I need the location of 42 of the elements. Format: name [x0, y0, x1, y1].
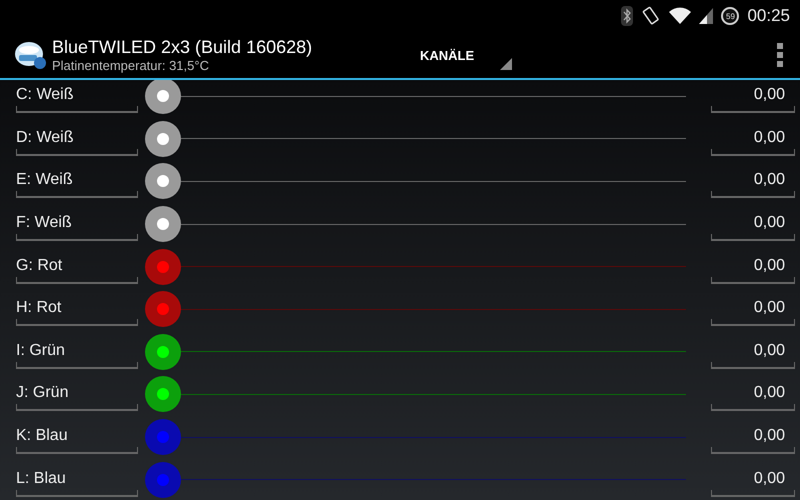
slider-thumb[interactable] — [145, 462, 181, 498]
signal-icon — [699, 8, 714, 24]
bluetooth-icon — [621, 6, 634, 26]
slider-thumb[interactable] — [145, 419, 181, 456]
board-temperature: Platinentemperatur: 31,5°C — [52, 58, 210, 73]
wifi-icon — [669, 7, 692, 25]
slider-thumb[interactable] — [145, 334, 181, 370]
channel-name-field[interactable]: G: Rot — [16, 250, 138, 284]
slider-thumb[interactable] — [145, 291, 181, 328]
overflow-menu-icon — [776, 42, 784, 68]
channel-name-field[interactable]: L: Blau — [16, 462, 138, 497]
channel-name-field[interactable]: C: Weiß — [16, 80, 138, 114]
slider-thumb[interactable] — [145, 376, 181, 412]
channel-value-field[interactable]: 0,00 — [711, 292, 795, 326]
channel-name-field[interactable]: D: Weiß — [16, 122, 138, 156]
battery-level-badge: 59 — [721, 7, 740, 25]
channel-value-field[interactable]: 0,00 — [711, 122, 795, 156]
slider-thumb[interactable] — [145, 163, 181, 200]
channel-name-field[interactable]: I: Grün — [16, 334, 138, 369]
channel-value-field[interactable]: 0,00 — [711, 420, 795, 454]
channel-value-field[interactable]: 0,00 — [711, 207, 795, 242]
channel-value-field[interactable]: 0,00 — [711, 250, 795, 284]
app-title: BlueTWILED 2x3 (Build 160628) — [52, 37, 314, 58]
channel-name-field[interactable]: J: Grün — [16, 377, 138, 412]
channel-value-field[interactable]: 0,00 — [711, 462, 795, 497]
channel-name-field[interactable]: K: Blau — [16, 420, 138, 454]
channel-value-field[interactable]: 0,00 — [711, 334, 795, 369]
app-icon — [14, 40, 46, 70]
slider-thumb[interactable] — [145, 120, 181, 157]
clock-time: 00:25 — [747, 6, 790, 26]
channels-dropdown[interactable]: KANÄLE — [418, 36, 512, 74]
dropdown-corner-icon — [500, 58, 512, 70]
phone-rotation-icon — [641, 6, 662, 26]
channel-value-field[interactable]: 0,00 — [711, 377, 795, 412]
channel-name-field[interactable]: E: Weiß — [16, 164, 138, 198]
slider-thumb[interactable] — [145, 206, 181, 242]
channel-value-field[interactable]: 0,00 — [711, 80, 795, 114]
slider-thumb[interactable] — [145, 80, 181, 114]
channel-name-field[interactable]: H: Rot — [16, 292, 138, 326]
channel-value-field[interactable]: 0,00 — [711, 164, 795, 198]
channel-name-field[interactable]: F: Weiß — [16, 207, 138, 242]
slider-thumb[interactable] — [145, 248, 181, 285]
